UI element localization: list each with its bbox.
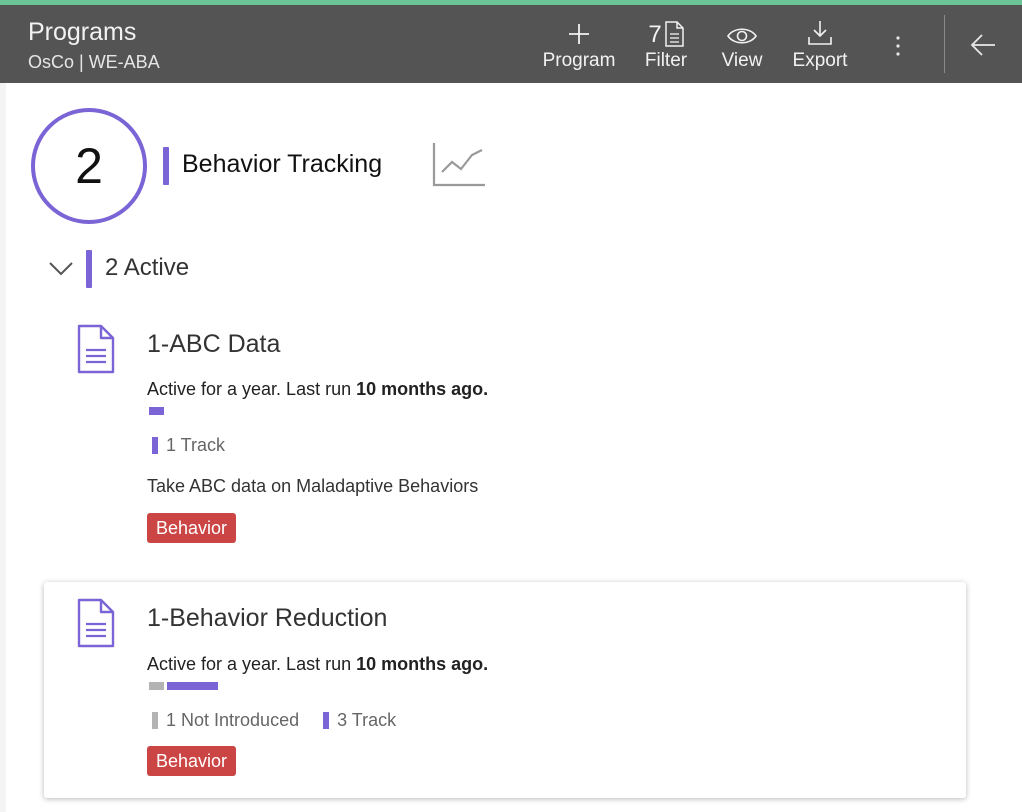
page-subtitle: OsCo | WE-ABA [28,52,160,72]
document-icon [664,21,684,47]
status-segment [167,682,218,690]
legend-text: 1 Track [166,435,226,455]
legend-swatch [152,437,158,454]
export-button[interactable]: Export [782,5,858,83]
app-header: Programs OsCo | WE-ABA Program 7 Filter [0,5,1022,83]
program-card[interactable]: 1-ABC Data Active for a year. Last run 1… [44,304,966,554]
document-icon [77,598,115,648]
legend-item: 1 Not Introduced [152,710,299,731]
program-name[interactable]: 1-Behavior Reduction [147,604,387,633]
page-title: Programs [28,18,137,46]
eye-icon [727,28,757,44]
legend-item: 1 Track [152,435,225,456]
view-button[interactable]: View [712,5,772,83]
document-icon [77,324,115,374]
program-card[interactable]: 1-Behavior Reduction Active for a year. … [44,582,966,798]
category-tag[interactable]: Behavior [147,513,237,543]
group-marker [163,147,169,185]
download-icon [808,21,832,45]
status-legend: 1 Track [152,435,249,456]
legend-swatch [323,712,330,729]
status-segment [149,682,164,690]
legend-text: 1 Not Introduced [166,710,300,730]
filter-count: 7 [648,21,662,48]
status-last-run: 10 months ago. [356,654,489,674]
target-status-bar [149,682,218,690]
view-label: View [721,50,763,71]
add-program-button[interactable]: Program [536,5,622,83]
more-options-button[interactable] [884,29,912,63]
program-count: 2 [75,138,103,194]
left-edge [0,83,6,812]
plus-icon [569,24,589,44]
group-title: Behavior Tracking [182,150,383,178]
program-status: Active for a year. Last run 10 months ag… [147,379,488,400]
category-tag[interactable]: Behavior [147,746,237,776]
back-button[interactable] [962,27,1004,63]
add-program-label: Program [542,50,616,71]
active-marker [86,250,92,288]
status-text: Active for a year. Last run [147,379,357,399]
arrow-left-icon [970,34,995,56]
export-label: Export [792,50,848,71]
program-status: Active for a year. Last run 10 months ag… [147,654,488,675]
program-name[interactable]: 1-ABC Data [147,330,280,359]
legend-item: 3 Track [323,710,396,731]
more-vertical-icon [896,36,900,56]
filter-button[interactable]: 7 Filter [636,5,696,83]
header-divider [944,15,945,73]
status-last-run: 10 months ago. [356,379,489,399]
chevron-down-icon[interactable] [47,258,75,280]
line-chart-icon[interactable] [431,140,487,190]
active-count-label: 2 Active [105,254,190,281]
status-segment [149,407,164,415]
status-text: Active for a year. Last run [147,654,357,674]
legend-swatch [152,712,158,729]
target-status-bar [149,407,164,415]
status-legend: 1 Not Introduced 3 Track [152,710,420,731]
filter-label: Filter [644,50,688,71]
program-description: Take ABC data on Maladaptive Behaviors [147,476,479,496]
legend-text: 3 Track [337,710,397,730]
